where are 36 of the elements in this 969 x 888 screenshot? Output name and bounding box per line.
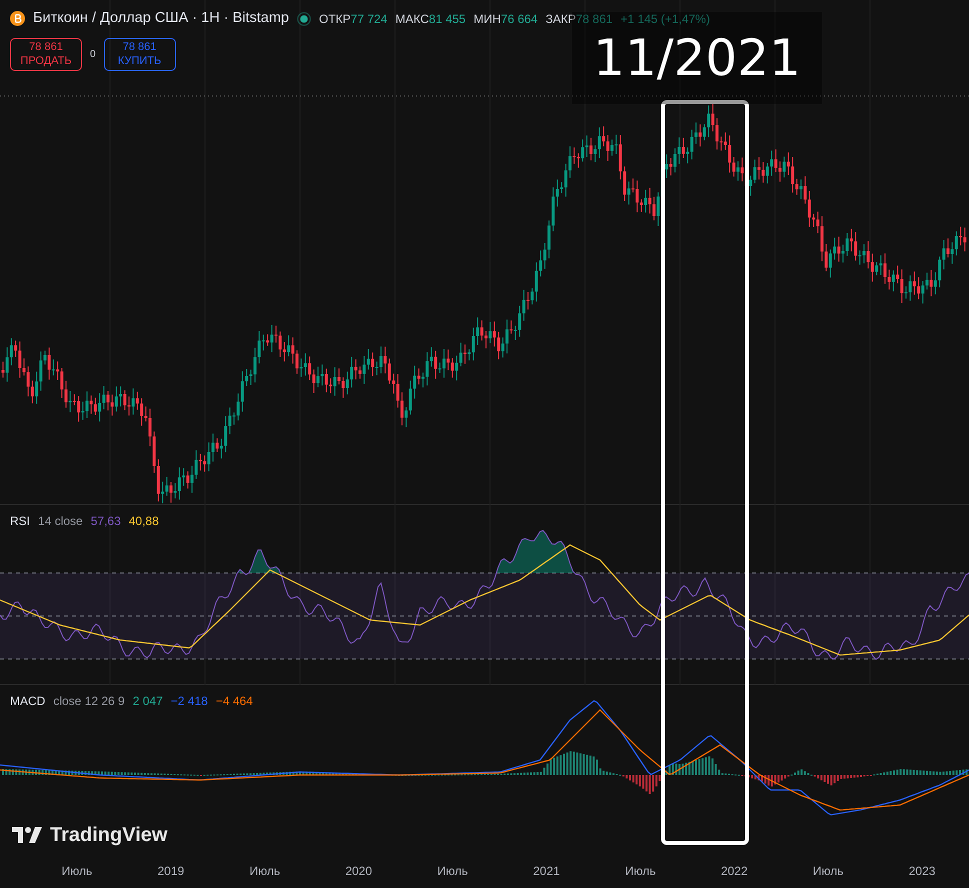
symbol-title: Биткоин / Доллар США · 1H · Bitstamp [33, 9, 289, 28]
spread-value: 0 [90, 48, 96, 62]
indicator-value: −2 418 [170, 693, 208, 710]
ohlc-label: МАКС [395, 12, 429, 26]
logo-icon [12, 827, 42, 843]
axis-label: 2020 [344, 863, 374, 880]
ohlc-value: 77 724 [350, 12, 388, 26]
axis-label: Июль [248, 863, 282, 880]
ohlc-value: 78 861 [576, 12, 613, 26]
sell-button[interactable]: 78 861 ПРОДАТЬ [10, 38, 82, 72]
ohlc-value: 81 455 [428, 12, 466, 26]
bitcoin-icon [10, 11, 25, 26]
indicator-value: 2 047 [132, 693, 163, 710]
indicator-params: 14 close [38, 513, 83, 530]
indicator-value: 40,88 [128, 513, 159, 530]
axis-label: 2019 [156, 863, 186, 880]
indicator-name: RSI [10, 513, 30, 530]
axis-label: 2022 [720, 863, 749, 880]
indicator-params: close 12 26 9 [53, 693, 125, 710]
axis-label: Июль [60, 863, 94, 880]
market-status-icon[interactable] [296, 12, 311, 26]
axis-label: 2021 [532, 863, 561, 880]
indicator-value: −4 464 [216, 693, 253, 710]
axis-label: 2023 [908, 863, 936, 880]
axis-label: Июль [624, 863, 657, 880]
indicator-name: MACD [10, 693, 46, 710]
ohlc-label: ОТКР [318, 12, 351, 26]
price-change: +1 145 (+1,47%) [620, 10, 710, 28]
ohlc-value: 76 664 [500, 12, 538, 26]
axis-label: Июль [812, 863, 845, 880]
axis-label: Июль [436, 863, 469, 880]
ohlc-label: МИН [474, 12, 501, 26]
indicator-value: 57,63 [90, 513, 121, 530]
ohlc-label: ЗАКР [546, 12, 576, 26]
logo-text: TradingView [50, 823, 168, 848]
buy-button[interactable]: 78 861 КУПИТЬ [104, 38, 176, 72]
